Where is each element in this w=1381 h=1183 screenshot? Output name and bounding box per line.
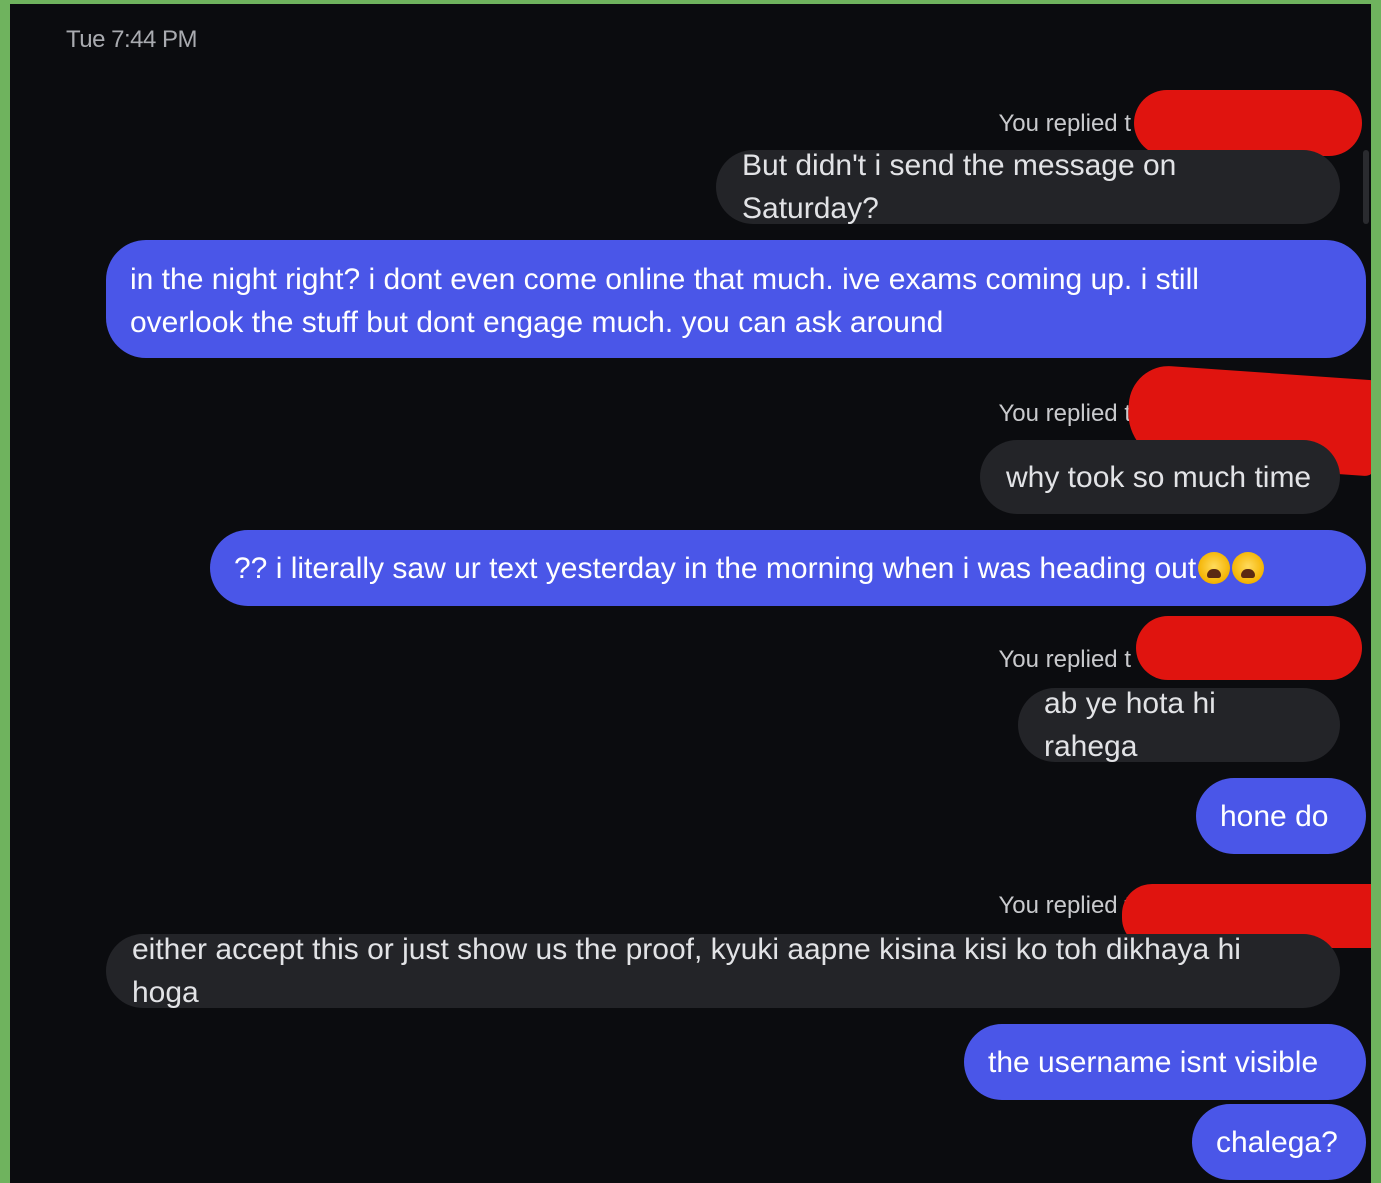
replied-message-bubble[interactable]: either accept this or just show us the p… (106, 933, 1340, 1009)
reply-indicator: You replied t (998, 892, 1131, 919)
replied-message-bubble[interactable]: But didn't i send the message on Saturda… (716, 149, 1340, 225)
sent-message-bubble[interactable]: ?? i literally saw ur text yesterday in … (210, 530, 1366, 606)
reply-indicator: You replied t (998, 400, 1131, 427)
redaction-mark (1136, 616, 1362, 680)
replied-message-bubble[interactable]: why took so much time (980, 440, 1340, 514)
sent-message-bubble[interactable]: in the night right? i dont even come onl… (106, 240, 1366, 358)
sent-message-bubble[interactable]: the username isnt visible (964, 1024, 1366, 1100)
sent-message-bubble[interactable]: hone do (1196, 778, 1366, 854)
reply-indicator: You replied t (998, 110, 1131, 137)
sent-message-bubble[interactable]: chalega? (1192, 1104, 1366, 1180)
message-text: ?? i literally saw ur text yesterday in … (234, 551, 1197, 585)
chat-window: Tue 7:44 PM You replied t But didn't i s… (10, 4, 1371, 1183)
replied-message-bubble[interactable]: ab ye hota hi rahega (1018, 687, 1340, 763)
message-line: overlook the stuff but dont engage much.… (130, 306, 944, 339)
message-timestamp: Tue 7:44 PM (66, 26, 198, 53)
scrollbar-thumb[interactable] (1363, 150, 1369, 224)
crying-face-emoji-icon (1232, 552, 1265, 584)
reply-indicator: You replied t (998, 646, 1131, 673)
message-line: in the night right? i dont even come onl… (130, 263, 1199, 296)
crying-face-emoji-icon (1198, 552, 1231, 584)
